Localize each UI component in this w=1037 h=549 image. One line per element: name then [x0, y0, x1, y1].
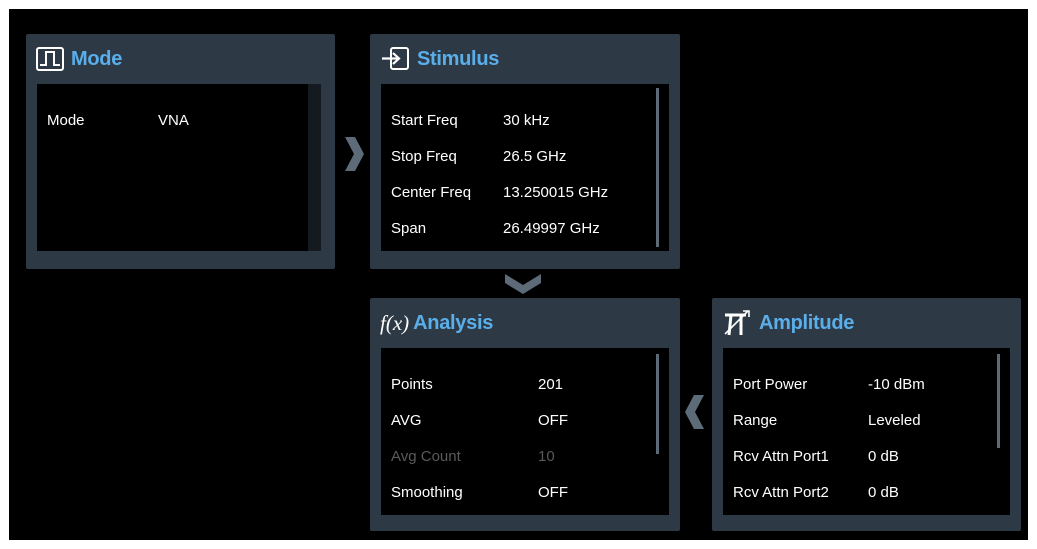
analysis-row[interactable]: Points 201	[381, 371, 669, 399]
rcv-attn-port2-value: 0 dB	[868, 484, 899, 501]
stimulus-panel[interactable]: Stimulus Start Freq 30 kHz Stop Freq 26.…	[370, 34, 680, 269]
amplitude-icon	[722, 309, 752, 337]
stimulus-row[interactable]: Stop Freq 26.5 GHz	[381, 143, 669, 171]
analysis-row[interactable]: Smoothing OFF	[381, 479, 669, 507]
rcv-attn-port2-label: Rcv Attn Port2	[733, 484, 829, 501]
stimulus-panel-title: Stimulus	[417, 47, 500, 70]
center-freq-label: Center Freq	[391, 184, 472, 201]
stimulus-panel-header[interactable]: Stimulus	[370, 34, 680, 84]
avg-count-label: Avg Count	[391, 448, 461, 465]
rcv-attn-port1-value: 0 dB	[868, 448, 899, 465]
pulse-icon	[36, 47, 64, 71]
amplitude-panel-title: Amplitude	[759, 311, 855, 334]
input-arrow-icon	[380, 47, 410, 71]
start-freq-label: Start Freq	[391, 112, 458, 129]
avg-count-value: 10	[538, 448, 555, 465]
avg-label: AVG	[391, 412, 422, 429]
points-value: 201	[538, 376, 564, 393]
rcv-attn-port1-label: Rcv Attn Port1	[733, 448, 829, 465]
smoothing-value: OFF	[538, 484, 568, 501]
mode-row[interactable]: Mode VNA	[37, 107, 321, 135]
center-freq-value: 13.250015 GHz	[503, 184, 609, 201]
chevron-down-icon	[504, 273, 542, 300]
chevron-right-icon	[343, 136, 365, 177]
analysis-panel-title: Analysis	[413, 311, 494, 334]
amplitude-row[interactable]: Rcv Attn Port2 0 dB	[723, 479, 1010, 507]
mode-panel-body: Mode VNA	[37, 84, 321, 251]
stimulus-panel-body: Start Freq 30 kHz Stop Freq 26.5 GHz Cen…	[381, 84, 669, 251]
analysis-panel-body: Points 201 AVG OFF Avg Count 10 Smoothin…	[381, 348, 669, 515]
range-label: Range	[733, 412, 778, 429]
stimulus-row[interactable]: Start Freq 30 kHz	[381, 107, 669, 135]
amplitude-panel-body: Port Power -10 dBm Range Leveled Rcv Att…	[723, 348, 1010, 515]
stop-freq-label: Stop Freq	[391, 148, 457, 165]
port-power-value: -10 dBm	[868, 376, 925, 393]
analysis-row: Avg Count 10	[381, 443, 669, 471]
amplitude-panel-header[interactable]: Amplitude	[712, 298, 1021, 348]
range-value: Leveled	[868, 412, 921, 429]
mode-panel-header[interactable]: Mode	[26, 34, 335, 84]
stimulus-row[interactable]: Span 26.49997 GHz	[381, 215, 669, 243]
points-label: Points	[391, 376, 433, 393]
port-power-label: Port Power	[733, 376, 808, 393]
mode-panel[interactable]: Mode Mode VNA	[26, 34, 335, 269]
stimulus-row[interactable]: Center Freq 13.250015 GHz	[381, 179, 669, 207]
analysis-row[interactable]: AVG OFF	[381, 407, 669, 435]
start-freq-value: 30 kHz	[503, 112, 550, 129]
amplitude-row[interactable]: Port Power -10 dBm	[723, 371, 1010, 399]
chevron-left-icon	[684, 394, 706, 435]
analysis-panel[interactable]: f(x) Analysis Points 201 AVG OFF Avg Cou…	[370, 298, 680, 531]
analysis-panel-header[interactable]: f(x) Analysis	[370, 298, 680, 348]
function-icon: f(x)	[380, 310, 410, 335]
smoothing-label: Smoothing	[391, 484, 463, 501]
mode-label: Mode	[47, 112, 85, 129]
amplitude-row[interactable]: Rcv Attn Port1 0 dB	[723, 443, 1010, 471]
screen: Mode Mode VNA Stimulus Start Freq 30 kHz…	[9, 9, 1028, 540]
amplitude-panel[interactable]: Amplitude Port Power -10 dBm Range Level…	[712, 298, 1021, 531]
mode-value: VNA	[158, 112, 189, 129]
avg-value: OFF	[538, 412, 568, 429]
amplitude-row[interactable]: Range Leveled	[723, 407, 1010, 435]
stop-freq-value: 26.5 GHz	[503, 148, 567, 165]
mode-panel-title: Mode	[71, 47, 123, 70]
analysis-scrollbar[interactable]	[656, 354, 659, 454]
span-value: 26.49997 GHz	[503, 220, 600, 237]
span-label: Span	[391, 220, 427, 237]
